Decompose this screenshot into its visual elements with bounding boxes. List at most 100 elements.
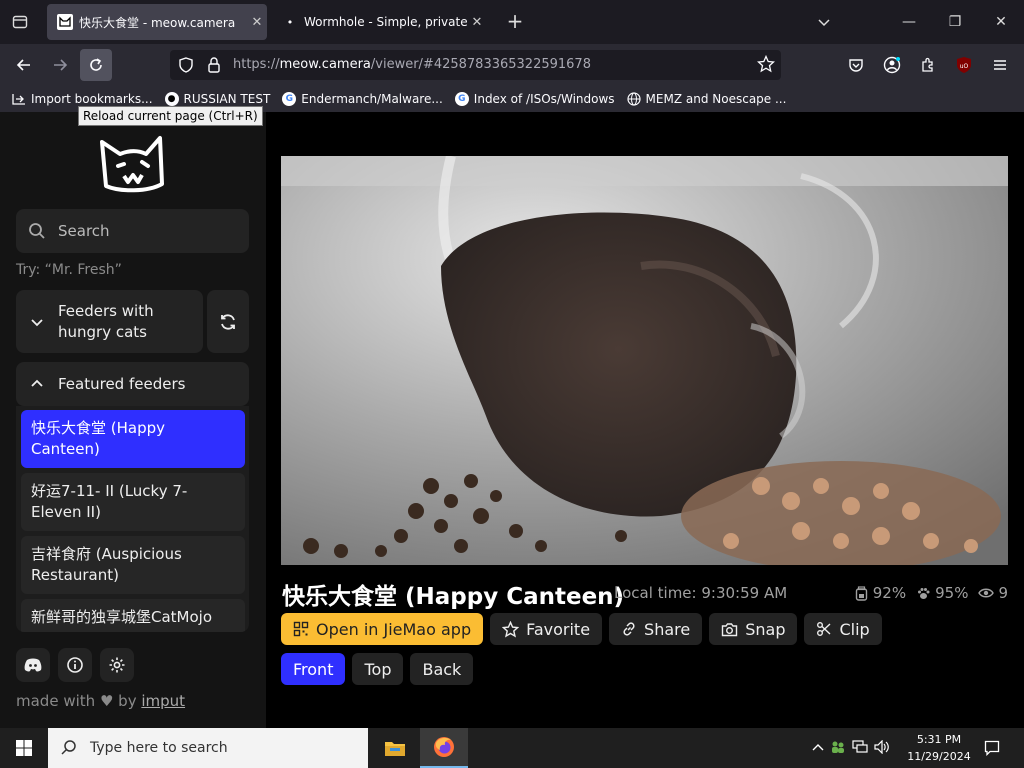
- file-explorer-icon[interactable]: [371, 728, 419, 768]
- bookmark-russian-test[interactable]: ● RUSSIAN TEST: [164, 92, 270, 106]
- camera-video-stream[interactable]: [281, 156, 1008, 565]
- feeder-item-auspicious-restaurant[interactable]: 吉祥食府 (Auspicious Restaurant): [21, 536, 245, 594]
- list-all-tabs-icon[interactable]: [812, 10, 836, 34]
- featured-feeder-list[interactable]: 快乐大食堂 (Happy Canteen) 好运7-11- II (Lucky …: [16, 406, 249, 632]
- network-icon[interactable]: [852, 739, 868, 758]
- cat-logo[interactable]: [98, 130, 168, 194]
- heart-icon: ♥: [99, 692, 114, 710]
- hungry-feeders-toggle[interactable]: Feeders with hungry cats: [16, 290, 203, 353]
- new-tab-icon[interactable]: +: [503, 10, 527, 34]
- window-controls: — ❐ ✕: [886, 0, 1024, 44]
- pocket-icon[interactable]: [842, 52, 870, 78]
- taskbar-clock[interactable]: 5:31 PM 11/29/2024: [906, 731, 972, 765]
- volume-icon[interactable]: [874, 739, 890, 758]
- globe-icon: [626, 92, 641, 106]
- windows-start-icon[interactable]: [0, 728, 48, 768]
- reload-icon[interactable]: [80, 49, 112, 81]
- import-icon: [12, 92, 26, 106]
- bookmark-index-isos[interactable]: G Index of /ISOs/Windows: [454, 92, 615, 106]
- firefox-view-icon[interactable]: [8, 10, 32, 34]
- feeder-item-happy-canteen[interactable]: 快乐大食堂 (Happy Canteen): [21, 410, 245, 468]
- maximize-icon[interactable]: ❐: [932, 0, 978, 44]
- reload-tooltip: Reload current page (Ctrl+R): [78, 106, 263, 126]
- tab-title: Wormhole - Simple, private file: [304, 15, 467, 29]
- feeder-stats: 92% 95% 9: [854, 584, 1008, 602]
- discord-icon[interactable]: [16, 648, 50, 682]
- scissors-icon: [817, 622, 831, 636]
- camera-icon: [722, 622, 738, 636]
- taskbar-search[interactable]: Type here to search: [48, 728, 368, 768]
- camera-front-button[interactable]: Front: [281, 653, 346, 685]
- link-icon: [623, 622, 635, 636]
- feeder-item-lucky-7-eleven[interactable]: 好运7-11- II (Lucky 7-Eleven II): [21, 473, 245, 531]
- info-icon[interactable]: [58, 648, 92, 682]
- toolbar-right-icons: uO: [842, 52, 1014, 78]
- show-hidden-icons-chevron-icon[interactable]: [812, 739, 824, 758]
- bookmark-endermanch[interactable]: G Endermanch/Malware...: [282, 92, 443, 106]
- tab-title: 快乐大食堂 - meow.camera: [79, 15, 236, 30]
- search-icon: [28, 222, 46, 240]
- favorite-button[interactable]: Favorite: [490, 613, 603, 645]
- feeder-item-catmojo[interactable]: 新鲜哥的独享城堡CatMojo: [21, 599, 245, 632]
- chevron-down-icon: [16, 315, 58, 329]
- tracking-protection-shield-icon[interactable]: [178, 57, 194, 77]
- snap-button[interactable]: Snap: [709, 613, 798, 645]
- refresh-button[interactable]: [207, 290, 249, 353]
- system-tray: [812, 728, 890, 768]
- bookmark-star-icon[interactable]: [756, 54, 776, 77]
- close-tab-icon[interactable]: ✕: [467, 15, 487, 30]
- tab-wormhole[interactable]: • Wormhole - Simple, private file ✕: [272, 4, 487, 40]
- taskbar-search-placeholder: Type here to search: [90, 740, 228, 756]
- tab-meow-camera[interactable]: 快乐大食堂 - meow.camera ✕: [47, 4, 267, 40]
- food-container-icon: [855, 585, 867, 601]
- feeder-title: 快乐大食堂 (Happy Canteen): [282, 584, 625, 610]
- camera-back-button[interactable]: Back: [410, 653, 474, 685]
- camera-top-button[interactable]: Top: [352, 653, 404, 685]
- battery-level-stat: 95%: [916, 584, 968, 602]
- sidebar-footer-buttons: [16, 648, 134, 682]
- open-in-app-button[interactable]: Open in JieMao app: [281, 613, 484, 645]
- forward-icon[interactable]: [44, 49, 76, 81]
- firefox-taskbar-icon[interactable]: [420, 728, 468, 768]
- dot-favicon-icon: •: [286, 15, 294, 29]
- search-input[interactable]: [58, 222, 228, 240]
- back-icon[interactable]: [8, 49, 40, 81]
- chevron-up-icon: [16, 377, 58, 391]
- svg-text:uO: uO: [960, 63, 969, 70]
- refresh-icon: [221, 313, 235, 330]
- people-tray-icon[interactable]: [830, 739, 846, 758]
- featured-feeders-label: Featured feeders: [58, 375, 186, 393]
- bookmark-import[interactable]: Import bookmarks...: [12, 92, 153, 106]
- extensions-icon[interactable]: [914, 52, 942, 78]
- url-text: https://meow.camera/viewer/#425878336532…: [233, 57, 591, 72]
- imput-link[interactable]: imput: [141, 692, 185, 710]
- ublock-origin-icon[interactable]: uO: [950, 52, 978, 78]
- local-time: Local time: 9:30:59 AM: [614, 584, 788, 602]
- close-window-icon[interactable]: ✕: [978, 0, 1024, 44]
- clip-button[interactable]: Clip: [804, 613, 882, 645]
- notification-center-icon[interactable]: [978, 728, 1006, 768]
- clock-time: 5:31 PM: [916, 733, 962, 746]
- clock-date: 11/29/2024: [907, 750, 971, 763]
- address-bar[interactable]: https://meow.camera/viewer/#425878336532…: [170, 50, 781, 80]
- close-tab-icon[interactable]: ✕: [247, 15, 267, 30]
- viewer-count-stat: 9: [978, 584, 1008, 602]
- google-icon: G: [454, 92, 469, 106]
- bookmark-memz[interactable]: MEMZ and Noescape ...: [626, 92, 786, 106]
- featured-feeders-toggle[interactable]: Featured feeders: [16, 362, 249, 406]
- cat-paw-icon: [918, 587, 930, 599]
- made-with-credit: made with ♥ by imput: [16, 692, 186, 710]
- viewer-actions: Open in JieMao app Favorite Share Snap C…: [281, 613, 882, 645]
- food-level-stat: 92%: [854, 584, 906, 602]
- feeder-search[interactable]: [16, 209, 249, 253]
- lock-icon[interactable]: [206, 56, 222, 78]
- settings-gear-icon[interactable]: [100, 648, 134, 682]
- meow-camera-page: Try: “Mr. Fresh” Feeders with hungry cat…: [0, 112, 1024, 728]
- search-hint: Try: “Mr. Fresh”: [16, 262, 122, 278]
- account-icon[interactable]: [878, 52, 906, 78]
- share-button[interactable]: Share: [609, 613, 703, 645]
- app-menu-icon[interactable]: [986, 52, 1014, 78]
- minimize-icon[interactable]: —: [886, 0, 932, 44]
- sidebar: Try: “Mr. Fresh” Feeders with hungry cat…: [0, 112, 266, 728]
- search-icon: [60, 739, 78, 757]
